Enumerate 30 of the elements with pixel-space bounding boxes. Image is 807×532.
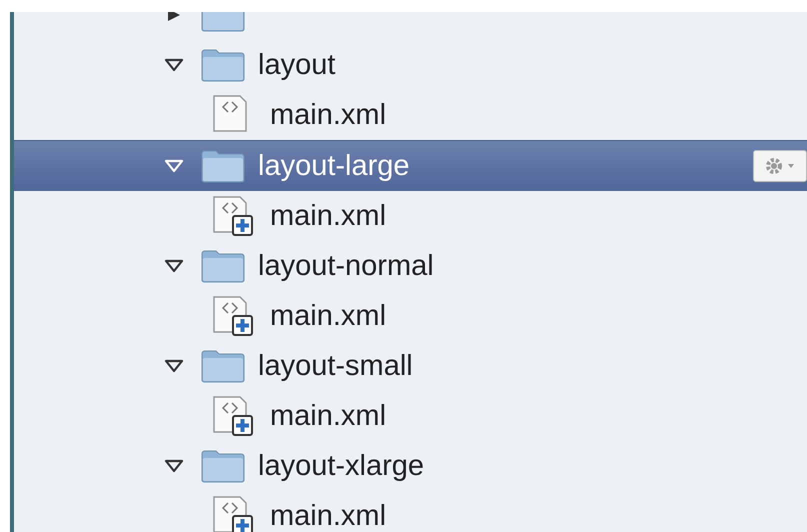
file-name: main.xml [270, 200, 386, 232]
disclosure-triangle-icon[interactable] [164, 58, 184, 72]
folder-name: layout-normal [258, 250, 434, 282]
file-name: main.xml [270, 98, 386, 132]
file-row[interactable]: main.xml [14, 491, 807, 532]
folder-icon [200, 248, 246, 284]
file-name: main.xml [270, 400, 386, 432]
disclosure-triangle-icon[interactable] [164, 259, 184, 273]
folder-name: layout [258, 48, 336, 82]
file-name: main.xml [270, 500, 386, 532]
folder-row[interactable]: layout-normal [14, 241, 807, 291]
folder-icon [200, 47, 246, 83]
folder-icon [200, 448, 246, 484]
file-row[interactable]: main.xml [14, 90, 807, 140]
file-row[interactable]: main.xml [14, 291, 807, 341]
disclosure-triangle-icon[interactable] [164, 459, 184, 473]
file-name: main.xml [270, 300, 386, 332]
folder-row[interactable]: layout [14, 40, 807, 90]
folder-name: layout-xlarge [258, 450, 424, 482]
disclosure-triangle-icon[interactable] [164, 359, 184, 373]
folder-name: layout-small [258, 350, 413, 382]
folder-row[interactable]: layout-xlarge [14, 441, 807, 491]
folder-icon [200, 148, 246, 184]
file-row[interactable]: main.xml [14, 391, 807, 441]
selected-row[interactable]: layout-large [14, 140, 807, 191]
action-menu-button[interactable] [753, 150, 807, 182]
folder-icon [200, 348, 246, 384]
file-row[interactable]: main.xml [14, 191, 807, 241]
folder-name: layout-large [258, 150, 410, 182]
folder-row[interactable]: layout-small [14, 341, 807, 391]
